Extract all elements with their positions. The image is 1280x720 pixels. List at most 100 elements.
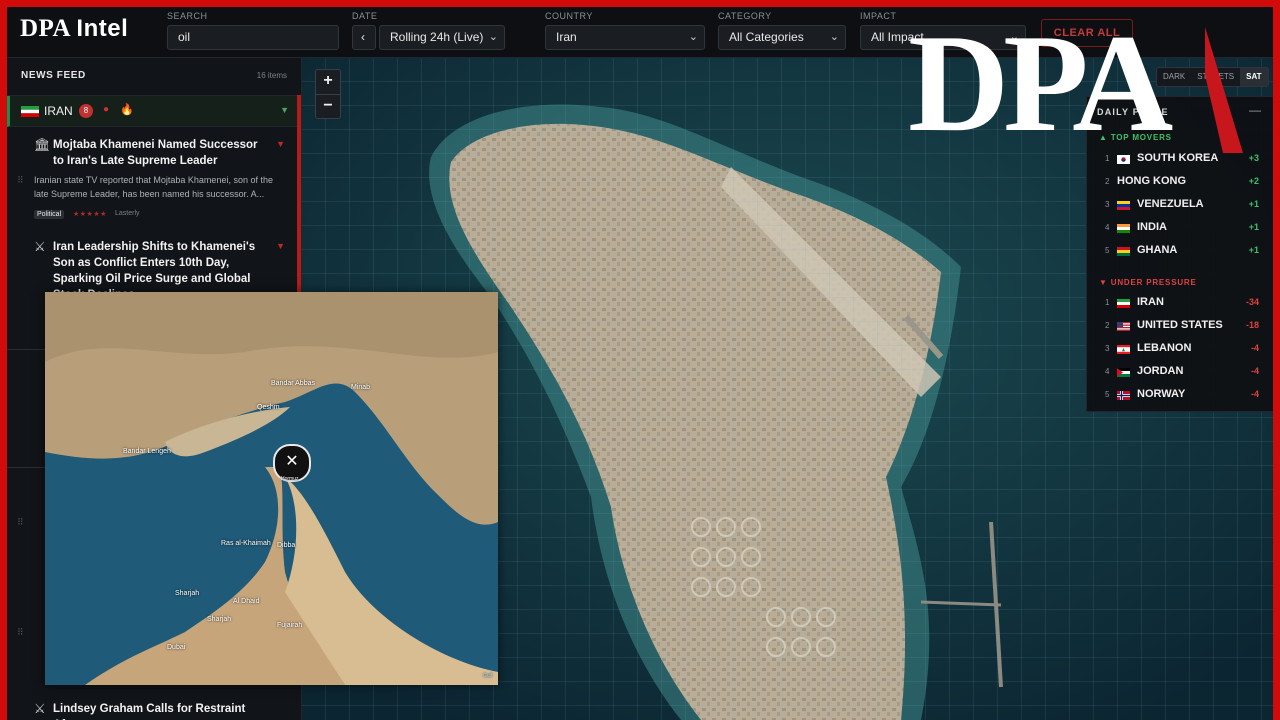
venezuela-flag-icon (1117, 201, 1130, 210)
place-label: Bandar Abbas (271, 380, 315, 387)
country-label: COUNTRY (545, 11, 593, 21)
country-group-name: IRAN (44, 104, 73, 118)
country-name: VENEZUELA (1137, 198, 1204, 210)
pulse-row[interactable]: 1 IRAN -34 (1087, 292, 1273, 314)
country-name: IRAN (1137, 296, 1164, 308)
news-item[interactable]: ⚔ Iran Leadership Shifts to Khamenei's S… (7, 227, 301, 301)
dpa-watermark-logo: DPA (908, 14, 1173, 154)
usa-flag-icon (1117, 322, 1130, 331)
place-label: Ras al-Khaimah (221, 540, 271, 547)
logo-main: DPA (20, 15, 70, 42)
pulse-row[interactable]: 5 NORWAY -4 (1087, 384, 1273, 406)
country-name: INDIA (1137, 221, 1167, 233)
crossed-swords-icon: ✕ (285, 453, 299, 470)
pulse-row[interactable]: 3 VENEZUELA +1 (1087, 194, 1273, 216)
delta: +1 (1248, 245, 1259, 255)
news-title: Lindsey Graham Calls for Restraint After (53, 703, 246, 720)
category-select[interactable]: All Categories ⌄ (718, 25, 846, 50)
date-value: Rolling 24h (Live) (390, 30, 484, 44)
pulse-row[interactable]: 3 LEBANON -4 (1087, 338, 1273, 360)
search-label: SEARCH (167, 11, 208, 21)
under-pressure-label: ▼ UNDER PRESSURE (1099, 278, 1197, 287)
inset-terrain (45, 292, 498, 685)
marker-label: Hormuz (281, 476, 299, 482)
government-icon: 🏛 (34, 137, 51, 152)
app-logo[interactable]: DPA Intel (20, 15, 128, 43)
minimize-icon[interactable]: — (1249, 103, 1261, 117)
pulse-row[interactable]: 4 INDIA +1 (1087, 217, 1273, 239)
country-select[interactable]: Iran ⌄ (545, 25, 705, 50)
chevron-down-icon: ⌄ (688, 31, 698, 43)
country-name: NORWAY (1137, 388, 1186, 400)
pulse-row[interactable]: 5 GHANA +1 (1087, 240, 1273, 262)
zoom-out-button[interactable]: − (316, 95, 340, 119)
expand-arrow-icon[interactable]: ▼ (276, 241, 285, 251)
place-label: Sharjah (175, 590, 200, 597)
rank: 5 (1105, 246, 1110, 255)
date-label: DATE (352, 11, 378, 21)
rank: 2 (1105, 177, 1110, 186)
zoom-in-button[interactable]: + (316, 70, 340, 95)
delta: +2 (1248, 176, 1259, 186)
country-value: Iran (556, 30, 577, 44)
chevron-left-icon: ‹ (361, 30, 365, 44)
conflict-icon: ⚔ (34, 701, 46, 716)
place-label: Dubai (167, 644, 186, 651)
rank: 2 (1105, 321, 1110, 330)
pulse-row[interactable]: 2 HONG KONG +2 (1087, 171, 1273, 193)
news-body: Iranian state TV reported that Mojtaba K… (34, 175, 273, 199)
conflict-icon: ⚔ (34, 239, 46, 254)
place-label: Al Dhaid (233, 598, 260, 605)
country-name: LEBANON (1137, 342, 1192, 354)
delta: -4 (1250, 366, 1259, 376)
chevron-down-icon: ⌄ (829, 31, 839, 43)
category-tag: Political (34, 210, 65, 219)
place-label: Bandar Lengeh (123, 448, 171, 455)
news-feed-header: NEWS FEED 16 items (7, 57, 301, 96)
impact-label: IMPACT (860, 11, 897, 21)
chevron-down-icon: ⌄ (488, 31, 498, 43)
rank: 4 (1105, 223, 1110, 232)
delta: -4 (1250, 343, 1259, 353)
iran-flag-icon (1117, 299, 1130, 308)
place-label: Fujairah (277, 622, 303, 629)
count-badge: 8 (79, 104, 93, 118)
inset-map-hormuz[interactable]: Bandar Abbas Qeshm Minab Bandar Lengeh R… (45, 292, 498, 685)
news-item[interactable]: 🏛 Mojtaba Khamenei Named Successor to Ir… (7, 125, 301, 225)
delta: +1 (1248, 222, 1259, 232)
iran-flag-icon (21, 106, 39, 117)
watermark-text: DPA (908, 6, 1173, 161)
expand-arrow-icon[interactable]: ▼ (276, 139, 285, 149)
logo-sub: Intel (76, 15, 129, 42)
watermark-accent (1205, 27, 1243, 153)
country-group-iran[interactable]: IRAN 8 ● 🔥 ▼ (7, 96, 301, 127)
rank: 3 (1105, 200, 1110, 209)
fire-icon: 🔥 (120, 104, 134, 116)
pulse-row[interactable]: 4 JORDAN -4 (1087, 361, 1273, 383)
country-name: HONG KONG (1117, 175, 1187, 187)
map-attribution: Gulf (483, 673, 493, 679)
place-label: Sharjah (207, 616, 232, 623)
zoom-controls: + − (315, 69, 341, 119)
drag-handle-icon[interactable]: ⠿ (17, 517, 24, 528)
country-name: UNITED STATES (1137, 319, 1223, 331)
drag-handle-icon[interactable]: ⠿ (17, 627, 24, 638)
place-label: Qeshm (257, 404, 280, 411)
drag-handle-icon[interactable]: ⠿ (17, 175, 24, 186)
country-name: JORDAN (1137, 365, 1184, 377)
alert-dot-icon: ● (103, 104, 110, 115)
collapse-caret-icon[interactable]: ▼ (280, 105, 289, 115)
lebanon-flag-icon (1117, 345, 1130, 354)
news-feed-count: 16 items (256, 71, 287, 80)
search-input[interactable]: oil (167, 25, 339, 50)
india-flag-icon (1117, 224, 1130, 233)
date-select[interactable]: Rolling 24h (Live) ⌄ (379, 25, 505, 50)
news-title: Mojtaba Khamenei Named Successor to Iran… (53, 139, 258, 167)
pulse-row[interactable]: 2 UNITED STATES -18 (1087, 315, 1273, 337)
date-prev-button[interactable]: ‹ (352, 25, 376, 50)
delta: +3 (1248, 153, 1259, 163)
search-value: oil (178, 30, 191, 44)
ghana-flag-icon (1117, 247, 1130, 256)
news-item[interactable]: ⚔ Lindsey Graham Calls for Restraint Aft… (7, 695, 301, 720)
place-label: Dibba (277, 542, 296, 549)
